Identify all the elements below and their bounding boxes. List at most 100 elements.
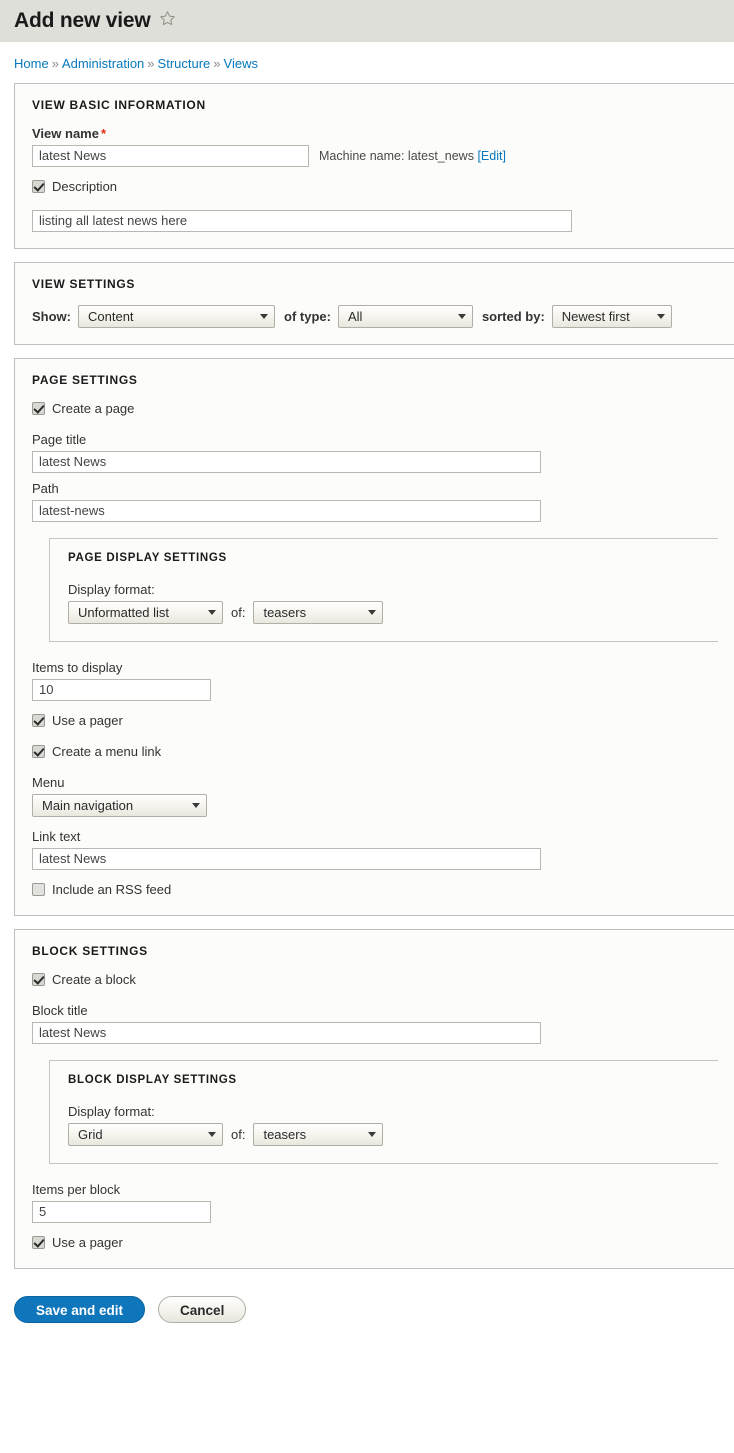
block-display-format-value: Grid (78, 1127, 103, 1142)
view-settings-row: Show: Content of type: All sorted by: Ne… (32, 305, 718, 328)
page-display-of-select[interactable]: teasers (253, 601, 384, 624)
add-new-view-form: VIEW BASIC INFORMATION View name* Machin… (0, 83, 734, 1269)
create-block-checkbox-label: Create a block (52, 972, 136, 987)
section-view-basic-information: VIEW BASIC INFORMATION View name* Machin… (14, 83, 734, 249)
block-title-label: Block title (32, 1003, 88, 1018)
breadcrumb-link-views[interactable]: Views (224, 56, 258, 71)
path-label: Path (32, 481, 59, 496)
show-label: Show: (32, 309, 71, 324)
section-legend-page-settings: PAGE SETTINGS (32, 373, 138, 387)
block-display-format-label: Display format: (68, 1104, 155, 1119)
page-title-label: Page title (32, 432, 87, 447)
section-page-settings: PAGE SETTINGS Create a page Page title P… (14, 358, 734, 916)
required-marker: * (100, 126, 107, 141)
subsection-block-display-settings: BLOCK DISPLAY SETTINGS Display format: G… (49, 1060, 718, 1164)
create-menu-link-checkbox[interactable] (32, 745, 45, 758)
page-title: Add new view (14, 9, 151, 32)
sorted-by-select[interactable]: Newest first (551, 305, 672, 328)
create-page-checkbox[interactable] (32, 402, 45, 415)
subsection-page-display-settings: PAGE DISPLAY SETTINGS Display format: Un… (49, 538, 718, 642)
page-display-format-value: Unformatted list (78, 605, 170, 620)
create-menu-link-checkbox-row[interactable]: Create a menu link (32, 744, 718, 759)
menu-select[interactable]: Main navigation (32, 794, 207, 817)
subsection-legend-page-display-settings: PAGE DISPLAY SETTINGS (68, 552, 227, 564)
chevron-down-icon (368, 1132, 377, 1137)
breadcrumb-link-administration[interactable]: Administration (62, 56, 144, 71)
block-use-pager-checkbox-row[interactable]: Use a pager (32, 1235, 718, 1250)
chevron-down-icon (656, 314, 665, 319)
machine-name-display: Machine name: latest_news [Edit] (319, 149, 506, 163)
view-name-input[interactable] (32, 145, 309, 167)
description-checkbox[interactable] (32, 180, 45, 193)
machine-name-edit-link[interactable]: [Edit] (477, 149, 506, 163)
breadcrumb-link-home[interactable]: Home (14, 56, 49, 71)
description-input[interactable] (32, 210, 572, 232)
block-display-format-select[interactable]: Grid (68, 1123, 223, 1146)
path-input[interactable] (32, 500, 541, 522)
menu-label: Menu (32, 775, 65, 790)
breadcrumb: Home» Administration» Structure» Views (0, 42, 734, 83)
section-legend-view-basic-information: VIEW BASIC INFORMATION (32, 98, 206, 112)
chevron-down-icon (368, 610, 377, 615)
view-name-row: Machine name: latest_news [Edit] (32, 145, 718, 167)
save-and-edit-button[interactable]: Save and edit (14, 1296, 146, 1323)
block-display-format-row: Grid of: teasers (68, 1123, 702, 1146)
subsection-legend-block-display-settings: BLOCK DISPLAY SETTINGS (68, 1074, 237, 1086)
items-to-display-input[interactable] (32, 679, 211, 701)
create-page-checkbox-label: Create a page (52, 401, 135, 416)
breadcrumb-separator: » (213, 56, 221, 71)
page-display-of-value: teasers (263, 605, 307, 620)
page-header: Add new view (0, 0, 734, 42)
menu-select-value: Main navigation (42, 798, 134, 813)
link-text-input[interactable] (32, 848, 541, 870)
create-block-checkbox[interactable] (32, 973, 45, 986)
chevron-down-icon (192, 803, 200, 808)
block-display-of-select[interactable]: teasers (253, 1123, 384, 1146)
show-select-value: Content (88, 309, 134, 324)
block-use-pager-checkbox[interactable] (32, 1236, 45, 1249)
block-title-input[interactable] (32, 1022, 541, 1044)
section-block-settings: BLOCK SETTINGS Create a block Block titl… (14, 929, 734, 1269)
rss-feed-checkbox-row[interactable]: Include an RSS feed (32, 882, 718, 897)
breadcrumb-separator: » (51, 56, 59, 71)
items-per-block-input[interactable] (32, 1201, 211, 1223)
page-use-pager-checkbox[interactable] (32, 714, 45, 727)
chevron-down-icon (208, 1132, 216, 1137)
section-view-settings: VIEW SETTINGS Show: Content of type: All… (14, 262, 734, 345)
section-legend-block-settings: BLOCK SETTINGS (32, 944, 148, 958)
section-legend-view-settings: VIEW SETTINGS (32, 277, 136, 291)
create-page-checkbox-row[interactable]: Create a page (32, 401, 718, 416)
sorted-by-select-value: Newest first (561, 309, 630, 324)
view-name-label-text: View name (32, 126, 99, 141)
page-display-of-label: of: (231, 605, 246, 620)
page-display-format-label: Display format: (68, 582, 155, 597)
create-block-checkbox-row[interactable]: Create a block (32, 972, 718, 987)
chevron-down-icon (457, 314, 466, 319)
description-checkbox-row[interactable]: Description (32, 179, 718, 194)
chevron-down-icon (260, 314, 268, 319)
create-menu-link-label: Create a menu link (52, 744, 162, 759)
show-select[interactable]: Content (78, 305, 275, 328)
page-display-format-select[interactable]: Unformatted list (68, 601, 223, 624)
form-actions: Save and edit Cancel (0, 1282, 734, 1323)
block-use-pager-label: Use a pager (52, 1235, 123, 1250)
block-display-of-label: of: (231, 1127, 246, 1142)
of-type-select[interactable]: All (337, 305, 473, 328)
breadcrumb-separator: » (147, 56, 155, 71)
machine-name-text: Machine name: latest_news (319, 149, 474, 163)
items-to-display-label: Items to display (32, 660, 123, 675)
page-title-input[interactable] (32, 451, 541, 473)
rss-feed-checkbox[interactable] (32, 883, 45, 896)
of-type-label: of type: (284, 309, 331, 324)
block-display-of-value: teasers (263, 1127, 307, 1142)
of-type-select-value: All (347, 309, 363, 324)
page-display-format-row: Unformatted list of: teasers (68, 601, 702, 624)
star-outline-icon[interactable] (159, 10, 176, 29)
link-text-label: Link text (32, 829, 81, 844)
cancel-button[interactable]: Cancel (158, 1296, 247, 1323)
description-checkbox-label: Description (52, 179, 118, 194)
sorted-by-label: sorted by: (481, 309, 545, 324)
page-use-pager-label: Use a pager (52, 713, 123, 728)
page-use-pager-checkbox-row[interactable]: Use a pager (32, 713, 718, 728)
breadcrumb-link-structure[interactable]: Structure (158, 56, 211, 71)
